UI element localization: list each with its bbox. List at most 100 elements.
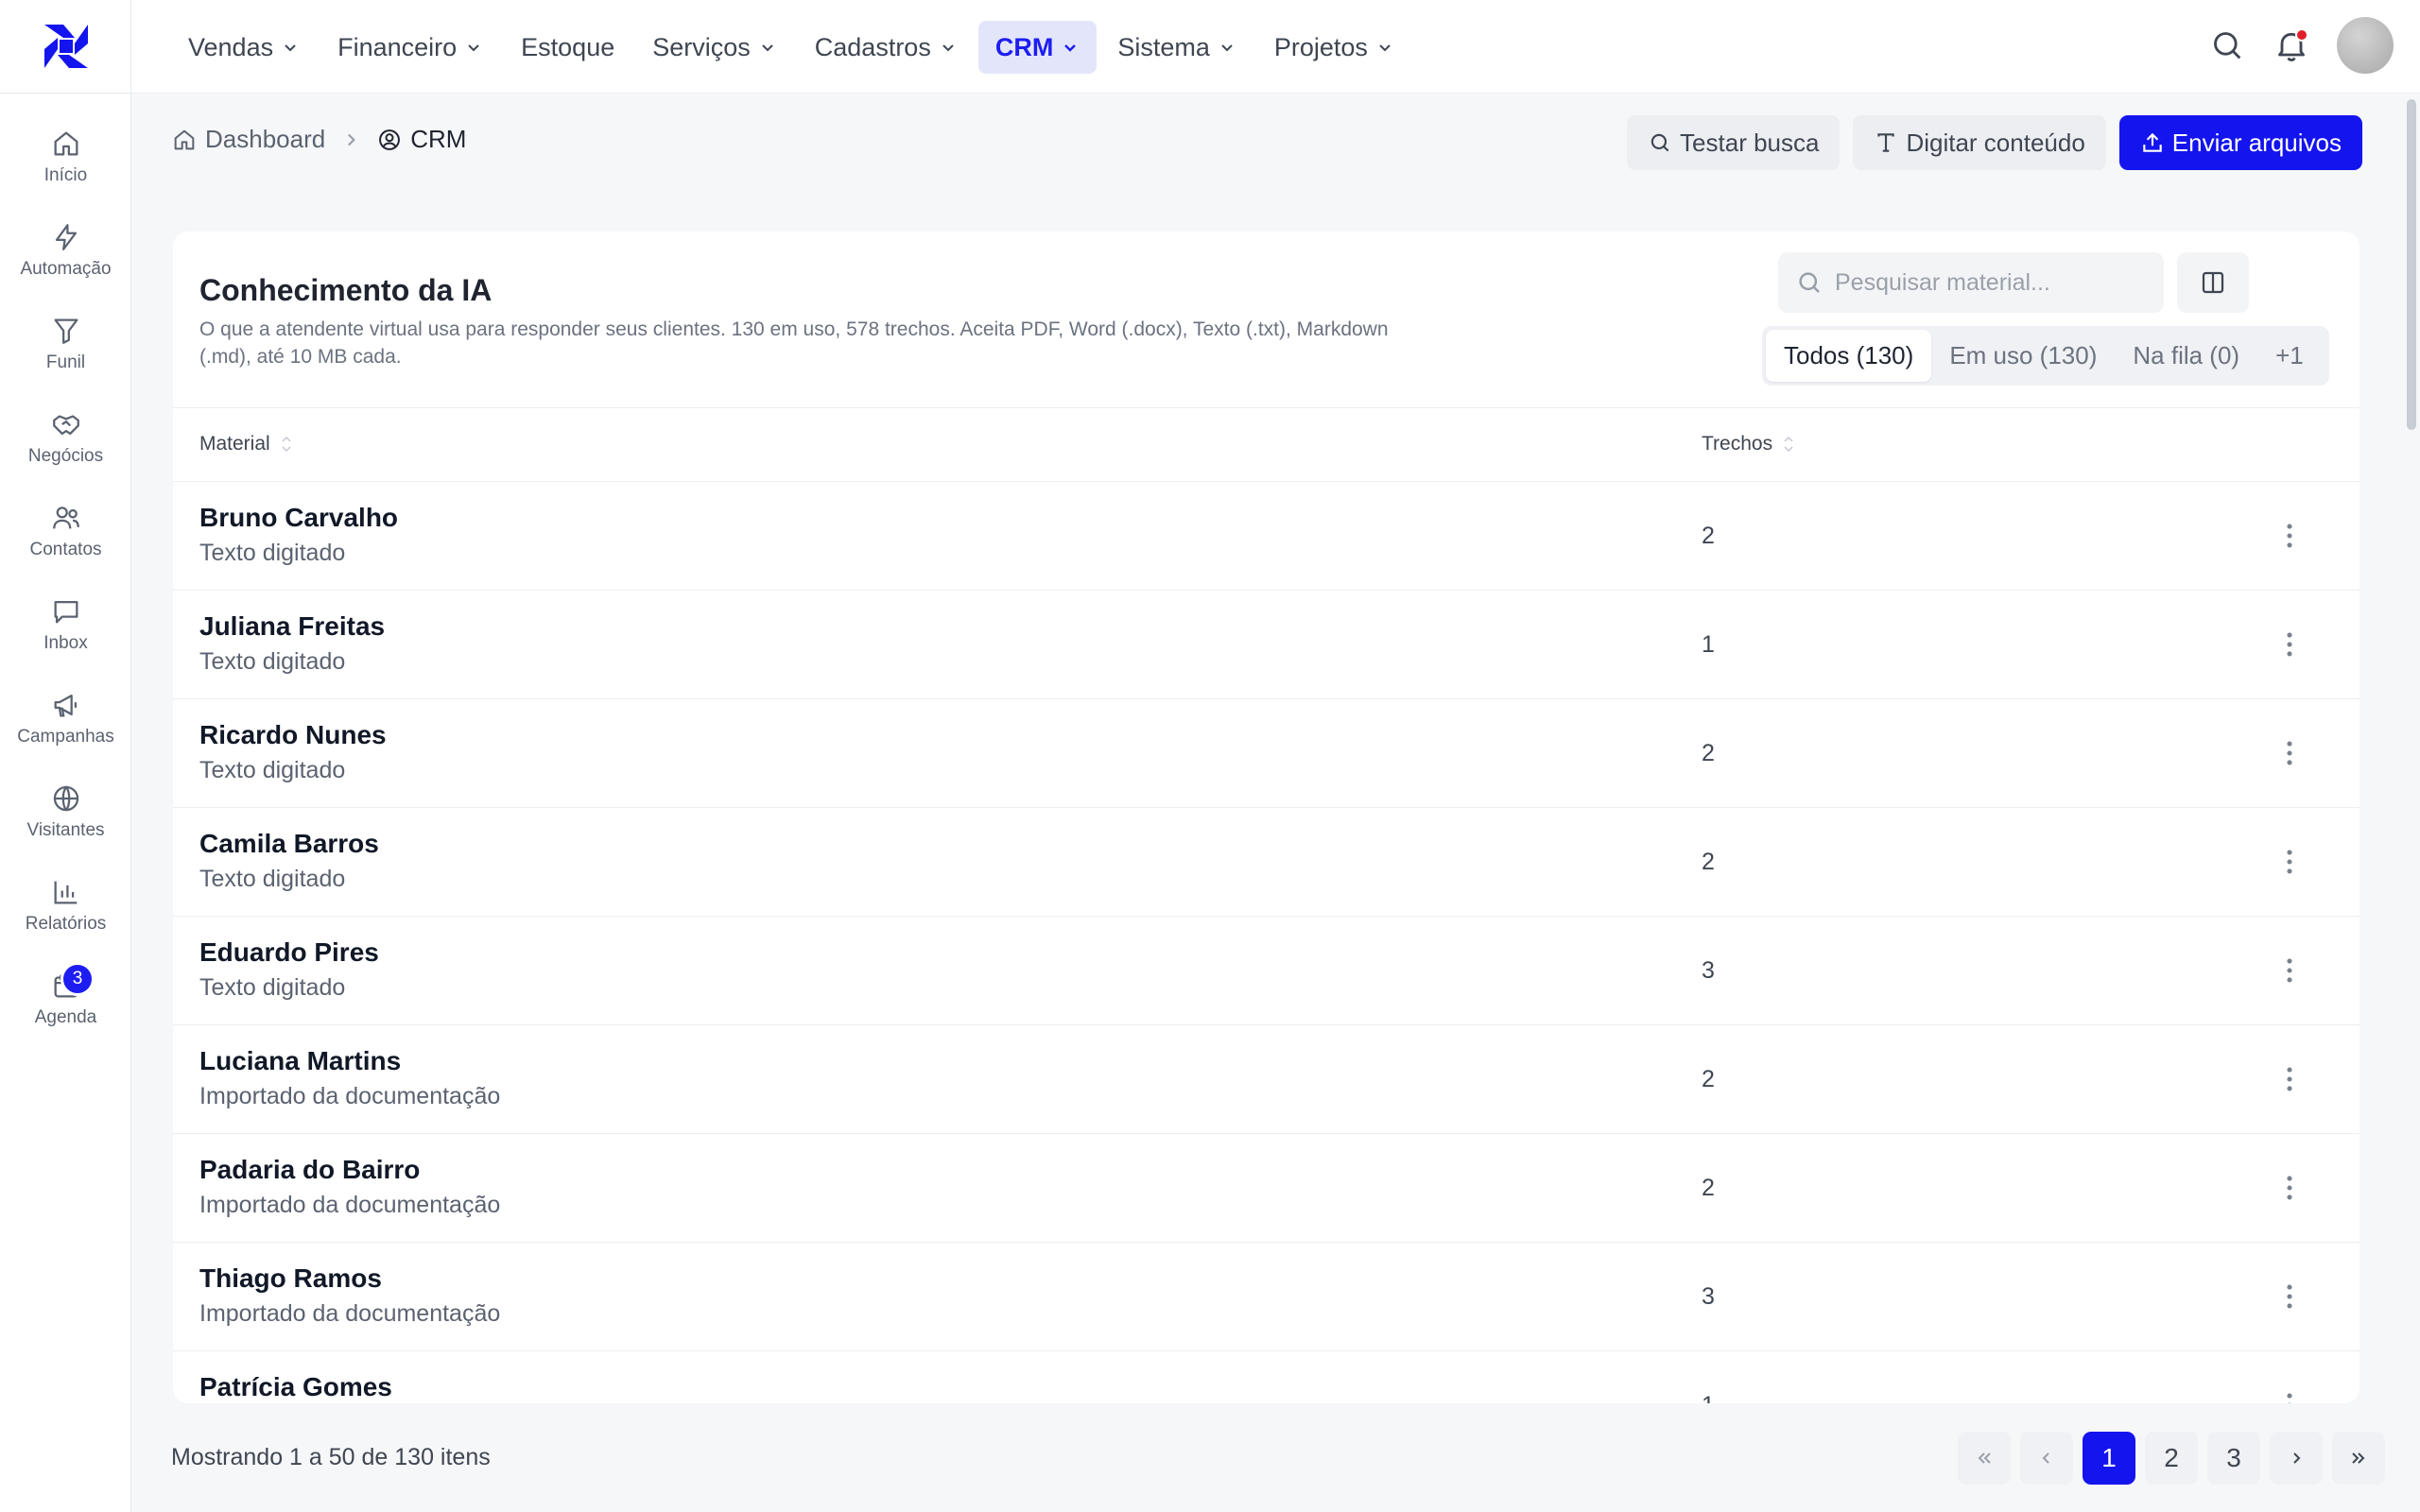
table-row[interactable]: Camila Barros Texto digitado 2 [173, 808, 2360, 917]
chunk-count: 1 [1702, 1392, 1715, 1403]
column-material[interactable]: Material [199, 433, 293, 455]
more-vertical-icon[interactable] [2273, 1280, 2306, 1313]
chevron-down-icon [942, 44, 954, 52]
more-vertical-icon[interactable] [2273, 737, 2306, 769]
table-row[interactable]: Ricardo Nunes Texto digitado 2 [173, 699, 2360, 808]
more-vertical-icon[interactable] [2273, 846, 2306, 878]
more-vertical-icon[interactable] [2273, 520, 2306, 552]
sort-icon [282, 436, 291, 453]
topnav-label: Vendas [188, 32, 274, 61]
next-page-button[interactable] [2270, 1432, 2323, 1485]
pagination: 1 2 3 [1948, 1432, 2385, 1485]
page-button-1[interactable]: 1 [2083, 1432, 2135, 1485]
search-icon [1651, 133, 1669, 152]
tab-more[interactable]: +1 [2257, 330, 2322, 382]
breadcrumb-dashboard[interactable]: Dashboard [171, 125, 325, 154]
test-search-button[interactable]: Testar busca [1627, 115, 1841, 170]
type-content-button[interactable]: Digitar conteúdo [1853, 115, 2106, 170]
table-row[interactable]: Bruno Carvalho Texto digitado 2 [173, 482, 2360, 591]
topnav-estoque[interactable]: Estoque [504, 21, 631, 74]
global-search-button[interactable] [2208, 26, 2246, 64]
more-vertical-icon[interactable] [2273, 628, 2306, 661]
topnav-label: Serviços [652, 32, 751, 61]
more-vertical-icon[interactable] [2273, 954, 2306, 987]
page-title: Conhecimento da IA [199, 273, 493, 307]
more-vertical-icon[interactable] [2273, 1172, 2306, 1204]
notification-dot [2295, 28, 2308, 42]
sidebar-item-label: Contatos [29, 540, 102, 559]
table-row[interactable]: Patrícia Gomes 1 [173, 1351, 2360, 1403]
topnav-projetos[interactable]: Projetos [1257, 21, 1411, 74]
topnav-sistema[interactable]: Sistema [1100, 21, 1253, 74]
sidebar-item-contatos[interactable]: Contatos [0, 492, 131, 586]
upload-icon [2143, 132, 2162, 152]
material-source: Texto digitado [199, 540, 346, 566]
prev-page-button[interactable] [2020, 1432, 2073, 1485]
app-logo[interactable] [0, 0, 131, 94]
notifications-button[interactable] [2273, 26, 2310, 64]
material-name: Padaria do Bairro [199, 1155, 421, 1184]
tab-na-fila[interactable]: Na fila (0) [2115, 330, 2257, 382]
sidebar-item-campanhas[interactable]: Campanhas [0, 679, 131, 773]
topnav-label: CRM [994, 32, 1054, 61]
tab-todos[interactable]: Todos (130) [1766, 330, 1932, 382]
sidebar-item-label: Automação [20, 259, 112, 279]
table-row[interactable]: Juliana Freitas Texto digitado 1 [173, 591, 2360, 699]
sidebar-item-relatorios[interactable]: Relatórios [0, 867, 131, 960]
agenda-badge: 3 [60, 962, 95, 996]
sidebar-item-label: Inbox [43, 633, 88, 653]
sidebar-item-inicio[interactable]: Início [0, 118, 131, 212]
sidebar-item-agenda[interactable]: 3 Agenda [0, 960, 131, 1054]
logo-icon [43, 25, 88, 68]
last-page-button[interactable] [2332, 1432, 2385, 1485]
topnav-crm[interactable]: CRM [977, 21, 1098, 74]
column-label: Trechos [1702, 433, 1773, 455]
chevron-right-icon [2293, 1452, 2301, 1464]
table-row[interactable]: Padaria do Bairro Importado da documenta… [173, 1134, 2360, 1243]
sidebar-item-label: Agenda [34, 1007, 97, 1027]
more-vertical-icon[interactable] [2273, 1063, 2306, 1095]
page-button-3[interactable]: 3 [2207, 1432, 2260, 1485]
bolt-icon [55, 224, 77, 250]
table-row[interactable]: Thiago Ramos Importado da documentação 3 [173, 1243, 2360, 1351]
topnav-cadastros[interactable]: Cadastros [798, 21, 975, 74]
sidebar-item-label: Início [43, 165, 88, 185]
tab-em-uso[interactable]: Em uso (130) [1931, 330, 2115, 382]
sidebar-item-label: Campanhas [17, 727, 114, 747]
page-scrollbar[interactable] [2407, 99, 2416, 430]
home-icon [54, 131, 78, 156]
chunk-count: 1 [1702, 631, 1715, 658]
button-label: Digitar conteúdo [1906, 128, 2085, 157]
chevron-down-icon [762, 44, 773, 52]
sidebar-item-visitantes[interactable]: Visitantes [0, 773, 131, 867]
first-page-button[interactable] [1958, 1432, 2011, 1485]
chunk-count: 2 [1702, 1175, 1715, 1201]
columns-icon [2202, 271, 2224, 294]
topnav-servicos[interactable]: Serviços [635, 21, 794, 74]
sidebar-item-negocios[interactable]: Negócios [0, 399, 131, 492]
topnav-vendas[interactable]: Vendas [171, 21, 317, 74]
upload-files-button[interactable]: Enviar arquivos [2118, 115, 2362, 170]
sidebar-item-inbox[interactable]: Inbox [0, 586, 131, 679]
columns-toggle-button[interactable] [2177, 252, 2249, 313]
chevrons-right-icon [2352, 1452, 2365, 1464]
sidebar-item-funil[interactable]: Funil [0, 305, 131, 399]
handshake-icon [52, 415, 79, 436]
more-vertical-icon[interactable] [2273, 1389, 2306, 1403]
material-source: Importado da documentação [199, 1083, 501, 1109]
material-source: Importado da documentação [199, 1192, 501, 1218]
search-input[interactable] [1835, 268, 2137, 297]
top-bar: Vendas Financeiro Estoque Serviços Cadas… [131, 0, 2420, 94]
avatar[interactable] [2337, 17, 2394, 74]
table-header: Material Trechos [173, 407, 2360, 482]
topnav-financeiro[interactable]: Financeiro [320, 21, 500, 74]
table-row[interactable]: Eduardo Pires Texto digitado 3 [173, 917, 2360, 1025]
chevrons-left-icon [1978, 1452, 1991, 1464]
page-button-2[interactable]: 2 [2145, 1432, 2198, 1485]
table-row[interactable]: Luciana Martins Importado da documentaçã… [173, 1025, 2360, 1134]
breadcrumb-crm: CRM [376, 125, 466, 154]
side-nav: Início Automação Funil Negócios Contatos… [0, 118, 131, 1054]
column-label: Material [199, 433, 270, 455]
column-trechos[interactable]: Trechos [1702, 433, 1795, 455]
sidebar-item-automacao[interactable]: Automação [0, 212, 131, 305]
